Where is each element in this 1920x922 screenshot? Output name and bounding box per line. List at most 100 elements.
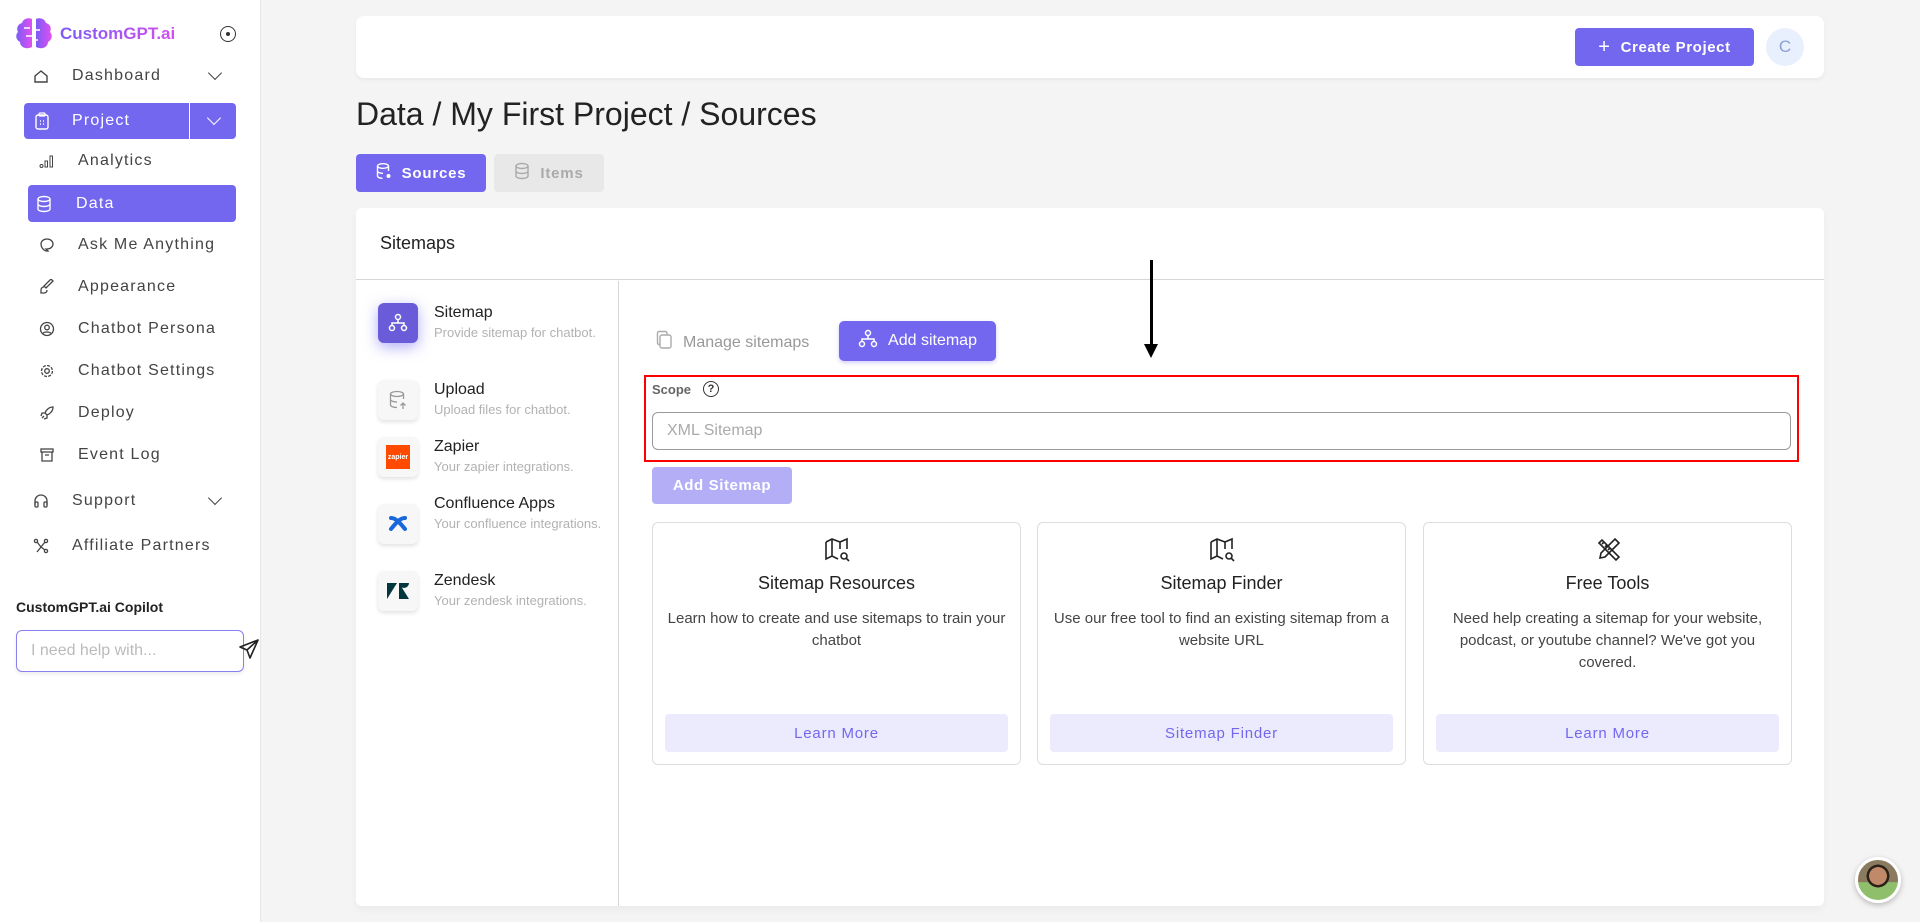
card-desc: Use our free tool to find an existing si… [1053,610,1390,649]
sidebar-item-deploy[interactable]: Deploy [38,395,135,431]
user-avatar[interactable]: C [1766,28,1804,66]
chevron-down-icon[interactable] [206,110,222,126]
sidebar-item-label: Ask Me Anything [78,236,216,253]
chevron-down-icon[interactable] [207,490,223,506]
sidebar-item-label: Analytics [78,152,153,169]
sitemap-finder-button[interactable]: Sitemap Finder [1050,714,1393,752]
sidebar-item-label: Affiliate Partners [72,537,211,554]
brand-name: CustomGPT.ai [60,24,176,43]
zapier-logo-icon: zapier [378,437,418,477]
source-type-list: Sitemap Provide sitemap for chatbot. Uplo… [356,281,619,906]
add-sitemap-button[interactable]: Add Sitemap [652,467,792,504]
brain-logo-icon [16,18,52,49]
sidebar-item-affiliate-partners[interactable]: Affiliate Partners [32,528,211,564]
upload-database-icon [378,380,418,420]
card-sitemap-finder: Sitemap Finder Use our free tool to find… [1037,522,1406,765]
support-chat-avatar[interactable] [1855,857,1901,903]
copilot-input[interactable] [31,642,238,660]
copilot-input-box [16,630,259,672]
sidebar-item-event-log[interactable]: Event Log [38,437,161,473]
database-icon [36,195,52,213]
database-icon [514,162,530,184]
sitemap-icon [378,303,418,343]
zendesk-logo-icon [378,571,418,611]
card-free-tools: Free Tools Need help creating a sitemap … [1423,522,1792,765]
source-desc: Upload files for chatbot. [434,402,571,417]
source-desc: Provide sitemap for chatbot. [434,325,596,340]
source-name: Zendesk [434,572,496,589]
send-icon[interactable] [238,638,260,665]
help-icon[interactable]: ? [703,381,720,397]
record-icon[interactable] [220,26,236,42]
source-desc: Your confluence integrations. [434,516,602,531]
scope-label-row: Scope ? [652,381,720,397]
annotation-arrow-head [1144,344,1158,358]
plus-icon: + [1598,36,1611,58]
brush-icon [38,278,56,296]
sidebar-item-label: Appearance [78,278,177,295]
archive-icon [38,446,56,464]
sitemap-icon [858,329,878,354]
copilot-title: CustomGPT.ai Copilot [16,599,163,615]
tab-items[interactable]: Items [494,154,604,192]
source-desc: Your zapier integrations. [434,459,574,474]
sidebar-item-support[interactable]: Support [32,483,232,519]
learn-more-button[interactable]: Learn More [665,714,1008,752]
headphones-icon [32,492,50,510]
source-item-zapier[interactable]: zapier Zapier Your zapier integrations. [378,437,604,477]
manage-sitemaps-label: Manage sitemaps [683,333,810,351]
top-header: + Create Project C [356,16,1824,78]
source-item-upload[interactable]: Upload Upload files for chatbot. [378,380,604,420]
panel-title: Sitemaps [356,208,1824,280]
create-project-button[interactable]: + Create Project [1575,28,1754,66]
scope-label: Scope [652,381,692,397]
confluence-logo-icon [378,504,418,544]
card-desc: Need help creating a sitemap for your we… [1452,610,1763,671]
database-settings-icon [376,162,392,184]
sidebar-item-chatbot-persona[interactable]: Chatbot Persona [38,311,216,347]
bar-chart-icon [38,152,56,170]
tab-label: Sources [401,164,467,182]
sidebar: CustomGPT.ai Dashboard Project Analytics… [0,0,261,922]
home-icon [32,67,50,85]
card-desc: Learn how to create and use sitemaps to … [667,610,1006,649]
manage-sitemaps-tab[interactable]: Manage sitemaps [655,330,809,355]
clipboard-icon [34,112,50,130]
sidebar-item-label: Dashboard [72,67,162,84]
sidebar-item-analytics[interactable]: Analytics [38,143,153,179]
sidebar-item-ask-me-anything[interactable]: Ask Me Anything [38,227,215,263]
page-title: Data / My First Project / Sources [356,96,817,132]
sidebar-item-label: Project [72,112,131,129]
pencil-ruler-icon [1593,535,1623,565]
sidebar-item-chatbot-settings[interactable]: Chatbot Settings [38,353,216,389]
copy-icon [655,330,673,355]
sidebar-item-dashboard[interactable]: Dashboard [32,58,232,94]
sidebar-item-label: Deploy [78,404,136,421]
sidebar-item-label: Data [76,194,115,212]
chevron-down-icon[interactable] [207,65,223,81]
add-sitemap-tab[interactable]: Add sitemap [839,321,996,361]
card-title: Free Tools [1565,573,1650,593]
sidebar-item-data[interactable]: Data [28,185,236,222]
learn-more-button[interactable]: Learn More [1436,714,1779,752]
rocket-icon [38,404,56,422]
sidebar-item-project[interactable]: Project [24,103,236,139]
source-item-zendesk[interactable]: Zendesk Your zendesk integrations. [378,571,604,611]
xml-sitemap-input[interactable] [652,412,1791,450]
source-name: Sitemap [434,304,493,321]
split-divider [189,103,190,139]
source-item-sitemap[interactable]: Sitemap Provide sitemap for chatbot. [378,303,604,343]
sidebar-item-label: Chatbot Settings [78,362,216,379]
tab-sources[interactable]: Sources [356,154,486,192]
map-search-icon [1207,535,1237,565]
source-desc: Your zendesk integrations. [434,593,587,608]
card-title: Sitemap Finder [1160,573,1283,593]
source-name: Upload [434,381,485,398]
sidebar-item-label: Support [72,492,137,509]
sidebar-item-appearance[interactable]: Appearance [38,269,176,305]
annotation-arrow-shaft [1150,260,1153,346]
brand-logo[interactable]: CustomGPT.ai [14,16,175,52]
user-circle-icon [38,320,56,338]
create-project-label: Create Project [1620,38,1731,56]
source-item-confluence[interactable]: Confluence Apps Your confluence integrati… [378,494,604,544]
